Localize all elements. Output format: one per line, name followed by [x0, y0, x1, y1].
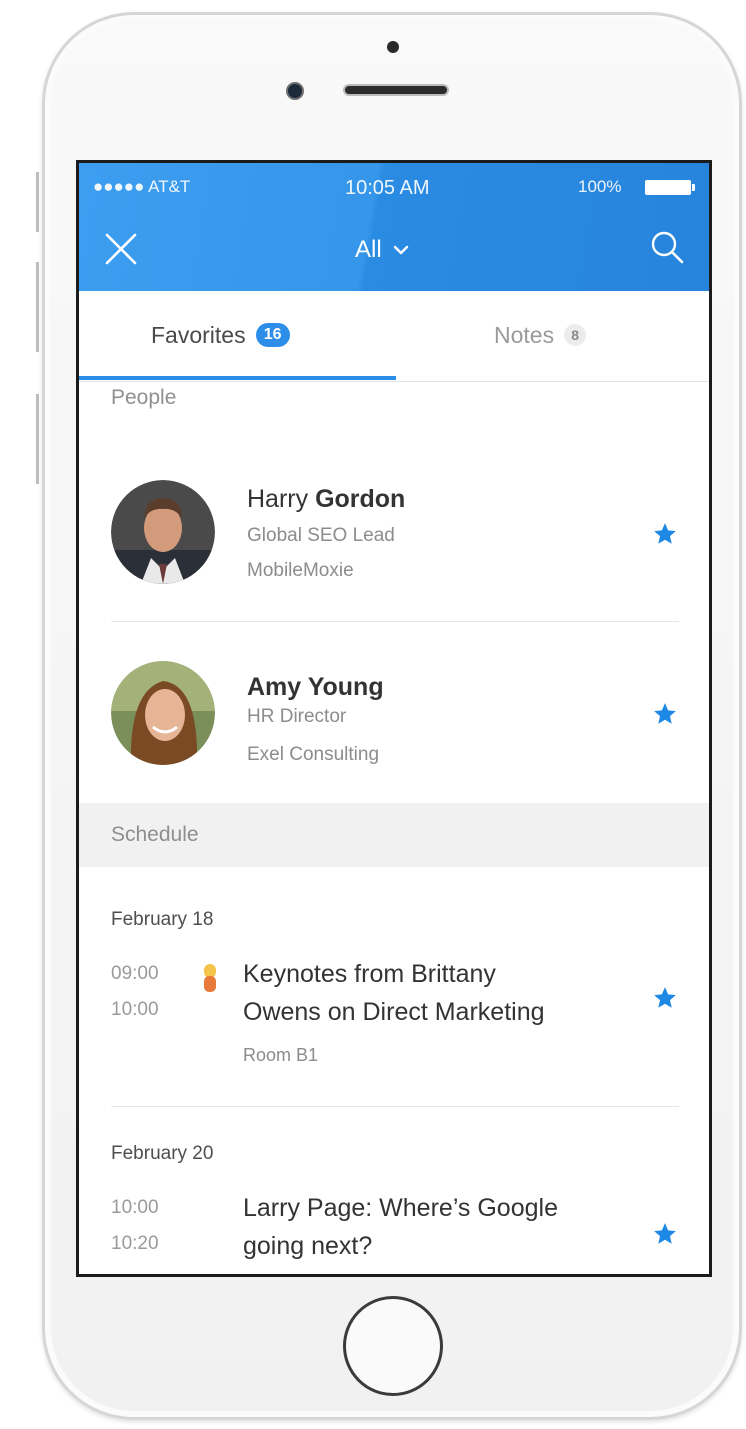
tab-notes-label: Notes — [494, 321, 555, 348]
person-last-name: Young — [307, 673, 384, 701]
star-icon[interactable] — [652, 701, 678, 727]
person-row[interactable]: Amy Young HR Director Exel Consulting — [79, 643, 709, 803]
status-time: 10:05 AM — [345, 177, 430, 199]
event-start-time: 10:00 — [111, 1197, 159, 1218]
avatar — [111, 480, 215, 584]
notes-count-badge: 8 — [564, 324, 587, 346]
proximity-sensor — [387, 41, 399, 53]
phone-screen: ●●●●● AT&T 10:05 AM 100% All Favorites 1… — [76, 160, 712, 1277]
person-row[interactable]: Harry Gordon Global SEO Lead MobileMoxie — [79, 463, 709, 623]
section-header-schedule: Schedule — [79, 803, 709, 867]
carrier-label: ●●●●● AT&T — [93, 177, 191, 196]
battery-icon — [645, 180, 695, 195]
background-edge-mark — [36, 262, 39, 352]
section-header-people: People — [111, 386, 177, 409]
background-edge-mark — [36, 394, 39, 484]
home-button[interactable] — [343, 1296, 443, 1396]
event-title-line: Larry Page: Where’s Google — [243, 1194, 558, 1222]
tab-bar: Favorites 16 Notes 8 — [79, 291, 709, 382]
person-company: MobileMoxie — [247, 560, 354, 581]
schedule-item[interactable]: 09:00 10:00 Keynotes from Brittany Owens… — [79, 953, 709, 1083]
event-room: Room B1 — [243, 1045, 319, 1065]
star-icon[interactable] — [652, 985, 678, 1011]
filter-label: All — [355, 236, 382, 263]
active-tab-indicator — [79, 376, 396, 380]
person-first-name: Amy — [247, 673, 302, 701]
person-name: Harry Gordon — [247, 485, 405, 514]
microphone-icon — [204, 964, 216, 992]
schedule-item[interactable]: 10:00 10:20 Larry Page: Where’s Google g… — [79, 1187, 709, 1274]
list-divider — [111, 621, 679, 622]
person-first-name: Harry — [247, 485, 309, 513]
event-start-time: 09:00 — [111, 963, 159, 984]
event-end-time: 10:00 — [111, 999, 159, 1020]
schedule-date: February 18 — [111, 909, 214, 930]
star-icon[interactable] — [652, 1221, 678, 1247]
person-title: HR Director — [247, 706, 347, 727]
front-camera — [286, 82, 304, 100]
event-end-time: 10:20 — [111, 1233, 159, 1254]
avatar — [111, 661, 215, 765]
person-last-name: Gordon — [315, 485, 406, 513]
event-title-line: Keynotes from Brittany — [243, 960, 496, 988]
event-title: Larry Page: Where’s Google going next? — [243, 1189, 613, 1265]
event-title-line: going next? — [243, 1232, 373, 1260]
earpiece-speaker — [343, 84, 449, 96]
chevron-down-icon — [393, 245, 408, 255]
star-icon[interactable] — [652, 521, 678, 547]
search-icon[interactable] — [647, 227, 687, 267]
favorites-count-badge: 16 — [255, 323, 290, 347]
section-header-schedule-label: Schedule — [111, 823, 199, 846]
list-divider — [111, 1106, 679, 1107]
event-title: Keynotes from Brittany Owens on Direct M… — [243, 955, 613, 1031]
filter-dropdown[interactable]: All — [355, 233, 410, 267]
app-header: ●●●●● AT&T 10:05 AM 100% All — [79, 163, 709, 291]
person-company: Exel Consulting — [247, 744, 380, 765]
tab-favorites-label: Favorites — [151, 321, 246, 348]
tab-favorites[interactable]: Favorites 16 — [151, 291, 290, 379]
person-title: Global SEO Lead — [247, 525, 395, 546]
schedule-date: February 20 — [111, 1143, 214, 1164]
background-edge-mark — [36, 172, 39, 232]
tab-notes[interactable]: Notes 8 — [494, 291, 587, 379]
person-name: Amy Young — [247, 673, 384, 702]
close-icon[interactable] — [101, 229, 141, 269]
event-title-line: Owens on Direct Marketing — [243, 998, 545, 1026]
battery-percentage: 100% — [578, 177, 622, 196]
